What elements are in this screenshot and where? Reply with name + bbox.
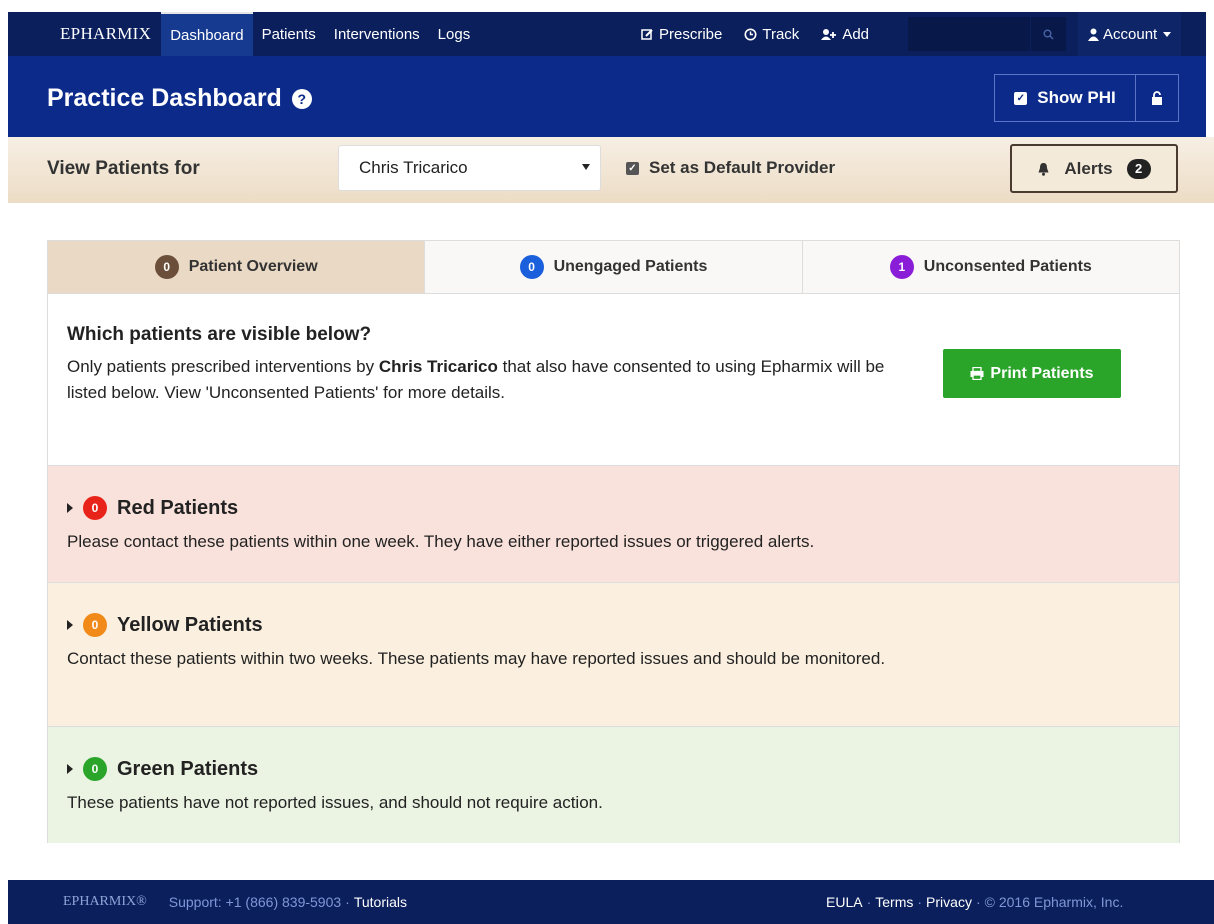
brand-logo[interactable]: EPHARMIX	[8, 24, 161, 44]
prescribe-label: Prescribe	[659, 25, 723, 43]
nav-patients[interactable]: Patients	[253, 12, 325, 56]
clock-icon	[744, 28, 757, 40]
provider-bar: View Patients for Chris Tricarico ✓ Set …	[8, 137, 1214, 203]
search-input[interactable]	[908, 17, 1030, 51]
track-link[interactable]: Track	[733, 12, 810, 56]
add-link[interactable]: Add	[810, 12, 880, 56]
tab-unconsented-patients[interactable]: 1 Unconsented Patients	[802, 241, 1179, 293]
print-icon	[970, 367, 984, 380]
caret-right-icon	[67, 764, 73, 774]
tutorials-link[interactable]: Tutorials	[354, 894, 407, 910]
info-text-start: Only patients prescribed interventions b…	[67, 357, 379, 376]
show-phi-label: Show PHI	[1037, 88, 1116, 107]
edit-icon	[641, 28, 653, 40]
print-patients-button[interactable]: Print Patients	[943, 349, 1121, 398]
copyright-text: © 2016 Epharmix, Inc.	[984, 894, 1124, 910]
account-label: Account	[1103, 25, 1158, 43]
action-nav: Prescribe Track Add	[630, 12, 880, 56]
separator: ·	[917, 894, 923, 910]
provider-select[interactable]: Chris Tricarico	[338, 145, 601, 191]
info-text: Only patients prescribed interventions b…	[67, 354, 887, 406]
caret-right-icon	[67, 503, 73, 513]
page-header: Practice Dashboard ? ✓ Show PHI	[8, 56, 1206, 137]
print-patients-label: Print Patients	[990, 364, 1094, 382]
search-icon	[1043, 29, 1054, 39]
tab-unengaged-patients[interactable]: 0 Unengaged Patients	[425, 241, 803, 293]
red-patients-group: 0 Red Patients Please contact these pati…	[48, 465, 1179, 582]
separator: ·	[866, 894, 872, 910]
track-label: Track	[762, 25, 800, 43]
tab-count-badge: 0	[154, 255, 179, 279]
tab-patient-overview[interactable]: 0 Patient Overview	[48, 241, 426, 293]
nav-logs[interactable]: Logs	[429, 12, 480, 56]
checkbox-icon: ✓	[1014, 91, 1028, 105]
alerts-button[interactable]: Alerts 2	[1010, 144, 1178, 193]
tab-label: Patient Overview	[188, 258, 318, 275]
green-count-badge: 0	[83, 757, 107, 781]
yellow-patients-group: 0 Yellow Patients Contact these patients…	[48, 582, 1179, 726]
green-patients-toggle[interactable]: 0 Green Patients	[67, 727, 1160, 781]
show-phi-button[interactable]: ✓ Show PHI	[994, 74, 1136, 122]
support-phone[interactable]: Support: +1 (866) 839-5903	[169, 894, 341, 910]
yellow-count-badge: 0	[83, 613, 107, 637]
patient-tabs: 0 Patient Overview 0 Unengaged Patients …	[48, 241, 1179, 294]
provider-label: View Patients for	[47, 158, 200, 179]
green-patients-group: 0 Green Patients These patients have not…	[48, 726, 1179, 843]
group-description: Contact these patients within two weeks.…	[67, 649, 886, 668]
account-menu[interactable]: Account	[1078, 12, 1182, 56]
default-provider-checkbox[interactable]: ✓ Set as Default Provider	[626, 158, 835, 178]
group-title: Yellow Patients	[117, 613, 263, 636]
alerts-label: Alerts	[1064, 158, 1113, 178]
tab-count-badge: 1	[889, 255, 914, 279]
group-description: These patients have not reported issues,…	[67, 793, 603, 812]
tab-count-badge: 0	[519, 255, 544, 279]
default-provider-label: Set as Default Provider	[649, 158, 836, 177]
group-description: Please contact these patients within one…	[67, 532, 815, 551]
eula-link[interactable]: EULA	[826, 894, 863, 910]
separator: ·	[345, 894, 350, 910]
group-title: Red Patients	[117, 496, 239, 519]
footer-links: EULA · Terms · Privacy · © 2016 Epharmix…	[826, 880, 1123, 924]
patients-panel: 0 Patient Overview 0 Unengaged Patients …	[47, 240, 1180, 843]
checkbox-icon: ✓	[626, 161, 639, 175]
privacy-link[interactable]: Privacy	[926, 894, 972, 910]
top-navbar: EPHARMIX Dashboard Patients Intervention…	[8, 12, 1206, 56]
bell-icon	[1038, 162, 1049, 176]
caret-right-icon	[67, 620, 73, 630]
nav-dashboard[interactable]: Dashboard	[161, 12, 253, 56]
red-patients-toggle[interactable]: 0 Red Patients	[67, 466, 1160, 520]
terms-link[interactable]: Terms	[875, 894, 913, 910]
chevron-down-icon	[582, 164, 590, 170]
main-nav: Dashboard Patients Interventions Logs	[161, 12, 479, 56]
red-count-badge: 0	[83, 496, 107, 520]
separator: ·	[975, 894, 981, 910]
user-icon	[1088, 28, 1099, 41]
alerts-count-badge: 2	[1126, 158, 1151, 179]
provider-select-value: Chris Tricarico	[359, 158, 468, 177]
page-title: Practice Dashboard	[47, 84, 282, 112]
yellow-patients-toggle[interactable]: 0 Yellow Patients	[67, 583, 1160, 637]
info-provider-name: Chris Tricarico	[378, 357, 498, 376]
caret-down-icon	[1163, 31, 1172, 37]
nav-interventions[interactable]: Interventions	[325, 12, 429, 56]
page-title-wrap: Practice Dashboard ?	[47, 84, 312, 113]
page-footer: EPHARMIX® Support: +1 (866) 839-5903 · T…	[8, 880, 1214, 924]
tab-label: Unconsented Patients	[923, 258, 1092, 275]
add-label: Add	[842, 25, 870, 43]
search-button[interactable]	[1030, 17, 1066, 51]
footer-brand: EPHARMIX®	[63, 894, 147, 909]
info-heading: Which patients are visible below?	[67, 324, 372, 345]
visibility-info: Which patients are visible below? Only p…	[48, 294, 1179, 465]
help-icon[interactable]: ?	[291, 88, 312, 109]
lock-button[interactable]	[1135, 74, 1179, 122]
tab-label: Unengaged Patients	[553, 258, 708, 275]
group-title: Green Patients	[117, 757, 259, 780]
unlock-icon	[1152, 91, 1162, 105]
prescribe-link[interactable]: Prescribe	[630, 12, 733, 56]
add-user-icon	[821, 28, 837, 40]
